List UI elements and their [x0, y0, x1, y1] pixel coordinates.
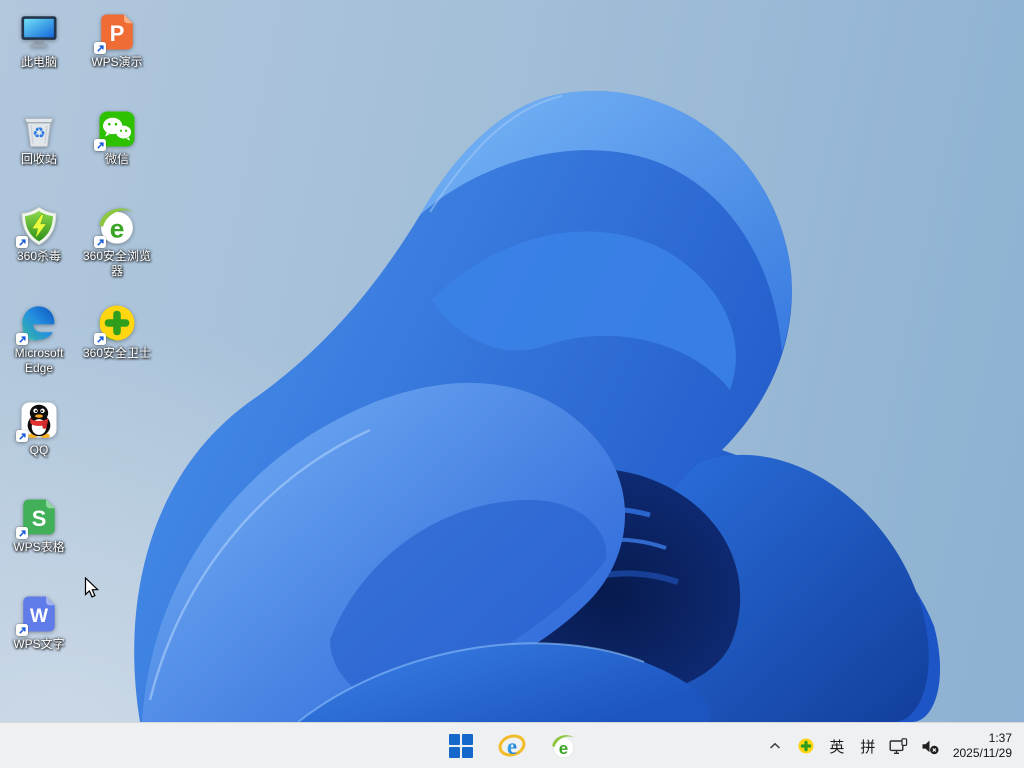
shortcut-arrow-icon	[16, 430, 28, 442]
icon-label: WPS表格	[13, 540, 65, 554]
shortcut-arrow-icon	[94, 139, 106, 151]
svg-text:e: e	[110, 213, 125, 243]
desktop-icon-wps-writer[interactable]: W WPS文字	[0, 593, 78, 652]
shortcut-arrow-icon	[94, 333, 106, 345]
start-button[interactable]	[444, 729, 478, 763]
desktop-icon-wps-presentation[interactable]: P WPS演示	[78, 11, 156, 70]
icon-label: 360安全卫士	[82, 346, 152, 360]
internet-explorer-icon: e	[498, 734, 526, 759]
volume-status[interactable]	[918, 729, 942, 763]
icon-label: 此电脑	[20, 55, 57, 69]
volume-muted-icon	[922, 740, 939, 754]
system-tray: 英 拼 1:37 2025/11/29	[763, 723, 1020, 768]
desktop: 此电脑 P WPS演示 ♻ 回收站 微信 360杀毒 e 360安全浏览器 Mi…	[0, 0, 1024, 722]
desktop-icon-wps-spreadsheet[interactable]: S WPS表格	[0, 496, 78, 555]
shortcut-arrow-icon	[16, 527, 28, 539]
shortcut-arrow-icon	[16, 333, 28, 345]
icon-label: 回收站	[20, 152, 57, 166]
clock-date: 2025/11/29	[952, 746, 1012, 760]
svg-text:♻: ♻	[32, 124, 45, 142]
network-status[interactable]	[887, 729, 911, 763]
360-secure-browser-icon: e	[94, 205, 138, 248]
desktop-icon-360-secure-browser[interactable]: e 360安全浏览器	[78, 205, 156, 279]
shortcut-arrow-icon	[94, 42, 106, 54]
360-safeguard-icon	[94, 302, 138, 345]
svg-text:e: e	[558, 738, 567, 757]
this-pc-icon	[18, 11, 60, 53]
taskbar-clock[interactable]: 1:37 2025/11/29	[949, 731, 1020, 761]
clock-time: 1:37	[988, 731, 1012, 745]
svg-text:S: S	[32, 506, 47, 531]
icon-label: 微信	[104, 152, 129, 166]
wps-presentation-icon: P	[94, 11, 138, 54]
shortcut-arrow-icon	[16, 624, 28, 636]
icon-label: WPS演示	[91, 55, 143, 69]
microsoft-edge-icon	[16, 302, 60, 345]
desktop-icon-qq[interactable]: QQ	[0, 399, 78, 458]
ime-language-indicator[interactable]: 英	[825, 729, 849, 763]
chevron-up-icon	[769, 742, 780, 749]
wps-spreadsheet-icon: S	[16, 496, 60, 539]
svg-text:P: P	[110, 21, 125, 46]
desktop-icon-this-pc[interactable]: 此电脑	[0, 11, 78, 70]
desktop-icon-360-antivirus[interactable]: 360杀毒	[0, 205, 78, 264]
icon-label: 360安全浏览器	[82, 249, 152, 278]
icon-label: QQ	[29, 443, 49, 457]
ethernet-network-icon	[889, 737, 908, 754]
windows-logo-icon	[449, 734, 473, 758]
360-safeguard-tray-icon	[798, 738, 814, 754]
ime-mode-label: 拼	[860, 738, 876, 756]
taskbar-app-360-secure-browser[interactable]: e	[546, 729, 580, 763]
mouse-cursor	[84, 577, 100, 598]
shortcut-arrow-icon	[16, 236, 28, 248]
taskbar-center: e e	[444, 723, 580, 768]
ime-mode-indicator[interactable]: 拼	[856, 729, 880, 763]
svg-text:e: e	[507, 734, 517, 759]
icon-label: 360杀毒	[16, 249, 62, 263]
desktop-icon-360-safeguard[interactable]: 360安全卫士	[78, 302, 156, 361]
taskbar-app-internet-explorer[interactable]: e	[495, 729, 529, 763]
hidden-icons-chevron[interactable]	[763, 729, 787, 763]
taskbar: e e 英 拼 1:37 2025/11/29	[0, 722, 1024, 768]
ime-language-label: 英	[829, 738, 845, 756]
icon-label: WPS文字	[13, 637, 65, 651]
360-antivirus-icon	[16, 205, 60, 248]
360-secure-browser-icon: e	[551, 734, 574, 758]
wechat-icon	[94, 108, 138, 151]
desktop-icon-recycle-bin[interactable]: ♻ 回收站	[0, 108, 78, 167]
qq-icon	[16, 399, 60, 442]
recycle-bin-icon: ♻	[18, 108, 60, 150]
tray-360-safeguard[interactable]	[794, 729, 818, 763]
svg-text:W: W	[30, 606, 49, 627]
wps-writer-icon: W	[16, 593, 60, 636]
shortcut-arrow-icon	[94, 236, 106, 248]
icon-label: Microsoft Edge	[14, 346, 64, 375]
desktop-icon-wechat[interactable]: 微信	[78, 108, 156, 167]
desktop-icon-microsoft-edge[interactable]: Microsoft Edge	[0, 302, 78, 376]
